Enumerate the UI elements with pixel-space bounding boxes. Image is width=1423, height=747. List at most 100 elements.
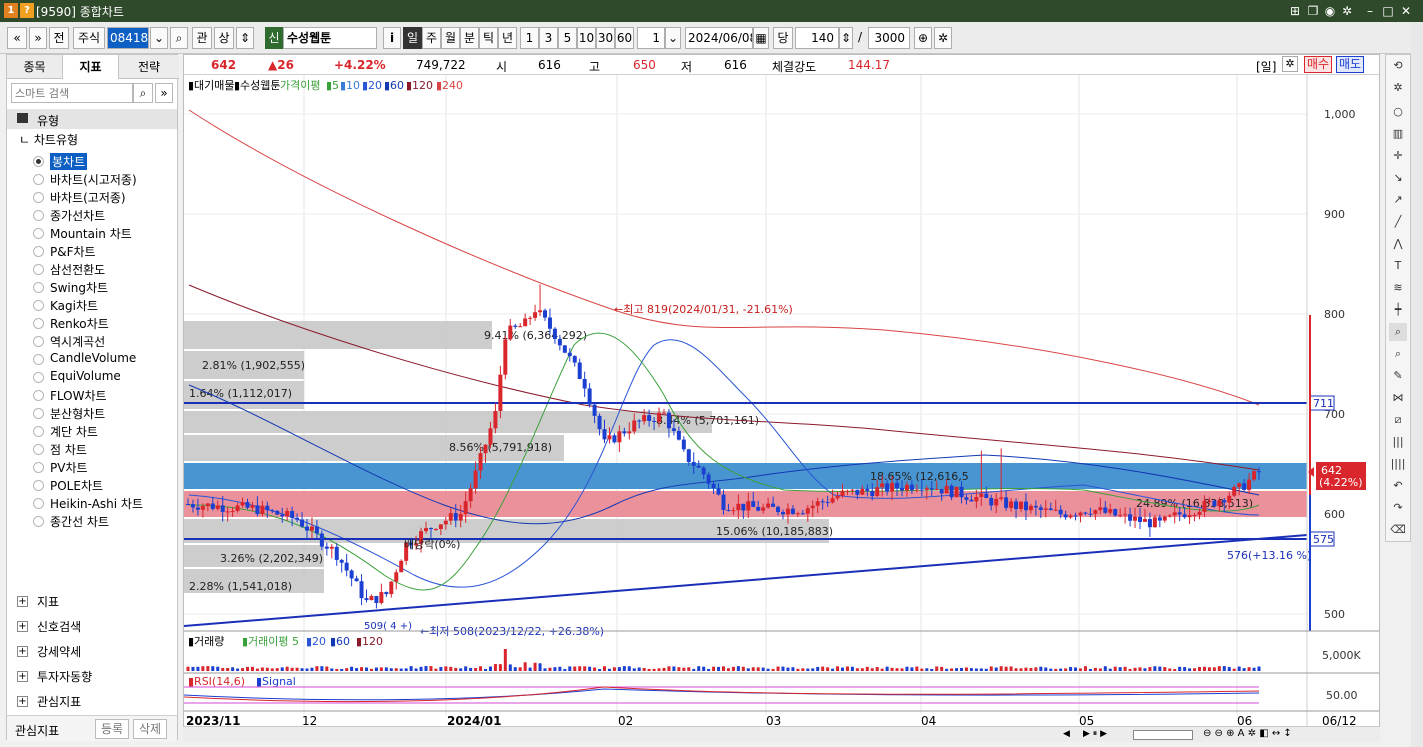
bars-icon[interactable]: ||| [1389,433,1407,451]
total-input[interactable]: 3000 [868,27,910,49]
link-icon[interactable]: ⊞ [1287,3,1303,19]
folder-item[interactable]: 관심지표 [37,693,81,710]
chart-type-radio[interactable] [33,210,44,221]
chart-type-item[interactable]: 삼선전환도 [50,261,105,278]
chart-type-item[interactable]: 역시계곡선 [50,333,105,350]
chart-type-radio[interactable] [33,516,44,527]
chart-type-radio[interactable] [33,228,44,239]
gear-icon[interactable]: ✲ [1282,56,1298,72]
copy-icon[interactable]: ❐ [1305,3,1321,19]
chart-type-radio[interactable] [33,444,44,455]
magnifier-icon[interactable]: ⌕ [1389,345,1407,363]
expand-icon[interactable]: » [155,83,173,103]
chart-type-item[interactable]: Renko차트 [50,315,109,332]
chart-type-item[interactable]: 계단 차트 [50,423,98,440]
expand-plus-icon[interactable]: + [17,596,28,607]
minute-10[interactable]: 10 [577,27,596,49]
chart-type-item[interactable]: POLE차트 [50,477,103,494]
interval-input[interactable]: 1 [637,27,665,49]
gear-icon[interactable]: ✲ [1339,3,1355,19]
register-button[interactable]: 등록 [95,719,129,739]
redo-icon[interactable]: ↷ [1389,499,1407,517]
minute-60[interactable]: 60 [615,27,634,49]
zoom-controls[interactable]: ⊖ ⊖ ⊕ A ✲ ◧ ↔ ↕ [1203,728,1313,742]
fibonacci-icon[interactable]: ≋ [1389,279,1407,297]
prev-button[interactable]: 전 [49,27,69,49]
auto-line-icon[interactable]: ⋀ [1389,235,1407,253]
gear-icon[interactable]: ✲ [1389,79,1407,97]
minute-30[interactable]: 30 [596,27,615,49]
chart-type-radio[interactable] [33,354,44,365]
chart-type-item[interactable]: PV차트 [50,459,88,476]
chart-type-radio[interactable] [33,462,44,473]
period-month[interactable]: 월 [441,27,460,49]
chart-type-item[interactable]: Heikin-Ashi 차트 [50,495,143,512]
type-header[interactable]: 유형 [7,109,177,129]
date-input[interactable]: 2024/06/08 [685,27,753,49]
channel-icon[interactable]: ⧄ [1389,411,1407,429]
help-icon[interactable]: ? [20,3,34,18]
period-week[interactable]: 주 [422,27,441,49]
brush-icon[interactable]: ✎ [1389,367,1407,385]
chart-type-item[interactable]: P&F차트 [50,243,96,260]
minute-1[interactable]: 1 [520,27,539,49]
chart-type-item[interactable]: Swing차트 [50,279,108,296]
chart-type-item[interactable]: Kagi차트 [50,297,98,314]
folder-item[interactable]: 신호검색 [37,618,81,635]
eraser-icon[interactable]: ⌫ [1389,521,1407,539]
chart-type-item[interactable]: EquiVolume [50,369,121,383]
minute-5[interactable]: 5 [558,27,577,49]
chart-type-radio[interactable] [33,282,44,293]
minute-3[interactable]: 3 [539,27,558,49]
chart-type-item[interactable]: 분산형차트 [50,405,105,422]
candlestick-chart[interactable]: 9.41% (6,364,292) 2.81% (1,902,555) 1.64% … [184,75,1379,741]
period-day[interactable]: 일 [403,27,422,49]
chart-type-item[interactable]: 종간선 차트 [50,513,109,530]
horizontal-scrollbar[interactable]: ◀ ▶ ⏸ ▶ ⊖ ⊖ ⊕ A ✲ ◧ ↔ ↕ [183,726,1380,742]
search-icon[interactable]: ⌕ [170,27,188,49]
chart-type-radio[interactable] [33,480,44,491]
ray-line-icon[interactable]: ↗ [1389,191,1407,209]
chart-type-radio[interactable] [33,372,44,383]
chevron-down-icon[interactable]: ⌄ [665,27,681,49]
folder-item[interactable]: 강세약세 [37,643,81,660]
chart-type-item[interactable]: 바차트(고저종) [50,189,126,206]
calendar-icon[interactable]: ▦ [753,27,769,49]
zoom-in-icon[interactable]: ⊕ [914,27,932,49]
nav-prev-button[interactable]: « [7,27,27,49]
minimize-icon[interactable]: – [1362,3,1378,19]
count-stepper[interactable]: ⇕ [839,27,853,49]
chart-type-radio[interactable] [33,336,44,347]
pattern-icon[interactable]: ⋈ [1389,389,1407,407]
chart-type-radio[interactable] [33,264,44,275]
chart-type-item[interactable]: 봉차트 [50,153,88,170]
trend-line-icon[interactable]: ↘ [1389,169,1407,187]
info-button[interactable]: i [383,27,401,49]
camera-icon[interactable]: ◉ [1322,3,1338,19]
related-button[interactable]: 관 [192,27,212,49]
undo-icon[interactable]: ↶ [1389,477,1407,495]
chart-type-item[interactable]: CandleVolume [50,351,136,365]
chart-type-item[interactable]: FLOW차트 [50,387,107,404]
bars2-icon[interactable]: |||| [1389,455,1407,473]
chart-type-item[interactable]: 종가선차트 [50,207,105,224]
spin-icon[interactable]: ⇕ [236,27,254,49]
line-icon[interactable]: ╱ [1389,213,1407,231]
nav-next-button[interactable]: » [29,27,47,49]
chart-icon[interactable]: ▥ [1389,125,1407,143]
crosshair-icon[interactable]: ✛ [1389,147,1407,165]
smart-search-input[interactable] [11,83,133,103]
period-minute[interactable]: 분 [460,27,479,49]
vertical-scrollbar[interactable] [1411,22,1423,747]
period-tick[interactable]: 틱 [479,27,498,49]
chart-area[interactable]: 642 ▲26 +4.22% 749,722 시 616 고 650 저 616… [183,54,1380,742]
expand-plus-icon[interactable]: + [17,621,28,632]
chart-type-radio[interactable] [33,408,44,419]
settings-icon[interactable]: ✲ [934,27,952,49]
circle-icon[interactable]: ○ [1389,103,1407,121]
close-icon[interactable]: ✕ [1398,3,1414,19]
folder-item[interactable]: 투자자동향 [37,668,92,685]
folder-item[interactable]: 지표 [37,593,59,610]
chart-type-radio[interactable] [33,498,44,509]
chart-type-radio[interactable] [33,192,44,203]
